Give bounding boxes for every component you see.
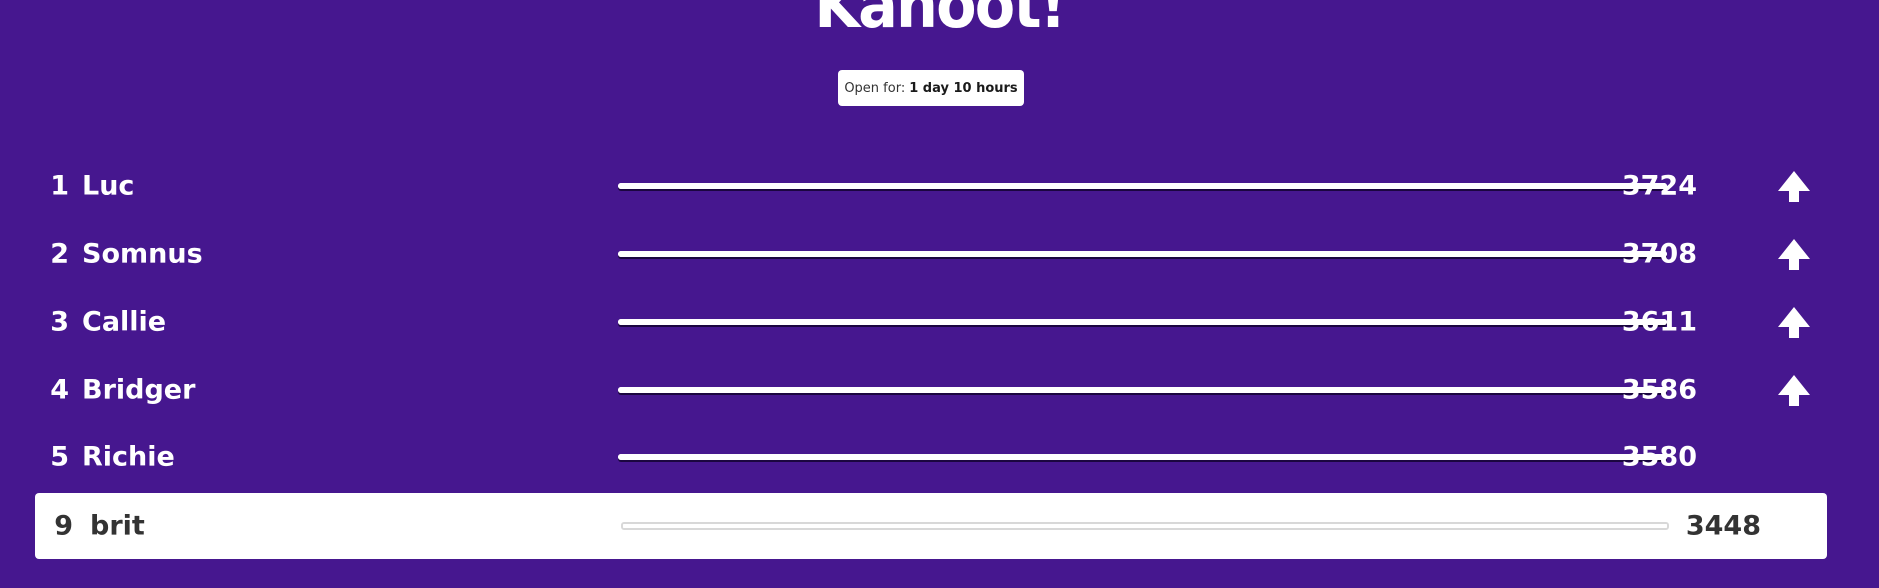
- score-progress-bar: [621, 522, 1669, 530]
- rank-number: 1: [50, 170, 69, 202]
- score-progress-bar: [618, 319, 1667, 325]
- current-player-row: 9 brit 3448: [35, 493, 1827, 559]
- score-progress-bar: [618, 387, 1667, 393]
- score-progress-fill: [618, 319, 1667, 325]
- player-name: brit: [90, 510, 145, 542]
- leaderboard-row: 1 Luc 3724: [35, 153, 1827, 219]
- score-progress-fill: [618, 454, 1667, 460]
- leaderboard-row: 5 Richie 3580: [35, 424, 1827, 490]
- kahoot-leaderboard-page: Kahoot! Open for: 1 day 10 hours 1 Luc 3…: [0, 0, 1879, 588]
- rank-number: 5: [50, 441, 69, 473]
- player-name: Richie: [82, 441, 175, 473]
- score-progress-bar: [618, 454, 1667, 460]
- up-arrow-icon: [1778, 307, 1810, 338]
- up-arrow-icon: [1778, 375, 1810, 406]
- open-for-value: 1 day 10 hours: [909, 80, 1018, 96]
- score-progress-fill: [618, 183, 1667, 189]
- rank-number: 4: [50, 374, 69, 406]
- open-for-label: Open for:: [844, 80, 906, 96]
- score-progress-bar: [618, 251, 1667, 257]
- rank-number: 3: [50, 306, 69, 338]
- kahoot-logo: Kahoot!: [814, 0, 1066, 43]
- player-name: Bridger: [82, 374, 196, 406]
- player-score: 3580: [1621, 441, 1697, 473]
- player-score: 3586: [1621, 374, 1697, 406]
- leaderboard-row: 4 Bridger 3586: [35, 357, 1827, 423]
- score-progress-fill: [623, 524, 1667, 528]
- score-progress-fill: [618, 387, 1667, 393]
- up-arrow-icon: [1778, 171, 1810, 202]
- player-name: Luc: [82, 170, 135, 202]
- player-score: 3611: [1621, 306, 1697, 338]
- player-score: 3708: [1621, 238, 1697, 270]
- up-arrow-icon: [1778, 239, 1810, 270]
- score-progress-fill: [618, 251, 1667, 257]
- player-score: 3448: [1685, 510, 1761, 542]
- leaderboard-row: 2 Somnus 3708: [35, 221, 1827, 287]
- player-name: Somnus: [82, 238, 203, 270]
- rank-number: 9: [54, 510, 73, 542]
- player-score: 3724: [1621, 170, 1697, 202]
- open-for-badge: Open for: 1 day 10 hours: [838, 70, 1024, 106]
- leaderboard-row: 3 Callie 3611: [35, 289, 1827, 355]
- score-progress-bar: [618, 183, 1667, 189]
- rank-number: 2: [50, 238, 69, 270]
- player-name: Callie: [82, 306, 167, 338]
